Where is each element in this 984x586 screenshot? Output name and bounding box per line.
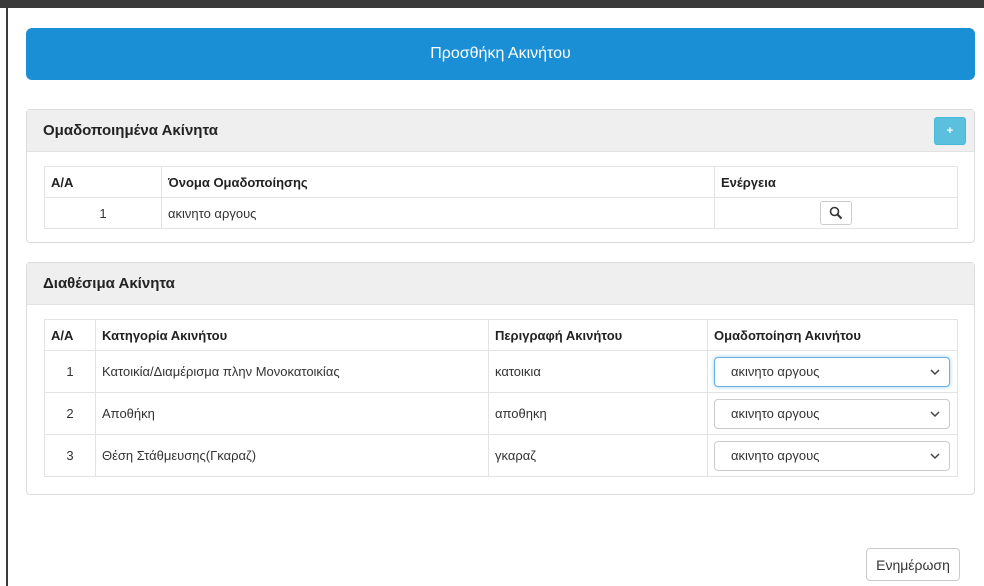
column-header-grouping: Ομαδοποίηση Ακινήτου <box>707 319 958 351</box>
row-category: Θέση Στάθμευσης(Γκαραζ) <box>95 434 489 477</box>
search-icon <box>829 206 843 220</box>
available-panel-title: Διαθέσιμα Ακίνητα <box>43 275 175 292</box>
chevron-down-icon <box>930 452 940 459</box>
row-description: γκαραζ <box>488 434 708 477</box>
row-description: κατοικια <box>488 350 708 393</box>
grouping-select[interactable]: ακινητο αργους <box>714 398 950 429</box>
table-header-row: Α/Α Όνομα Ομαδοποίησης Ενέργεια <box>44 166 958 198</box>
column-header-action: Ενέργεια <box>714 166 958 198</box>
row-aa: 2 <box>44 392 96 435</box>
update-button-label: Ενημέρωση <box>876 556 950 573</box>
row-description: αποθηκη <box>488 392 708 435</box>
grouping-select[interactable]: ακινητο αργους <box>714 440 950 471</box>
row-category: Κατοικία/Διαμέρισμα πλην Μονοκατοικίας <box>95 350 489 393</box>
column-header-group-name: Όνομα Ομαδοποίησης <box>161 166 715 198</box>
modal-title-bar: Προσθήκη Ακινήτου <box>26 28 975 80</box>
row-category: Αποθήκη <box>95 392 489 435</box>
grouping-select-value: ακινητο αργους <box>731 406 820 421</box>
table-row: 1 Κατοικία/Διαμέρισμα πλην Μονοκατοικίας… <box>44 350 958 393</box>
chevron-down-icon <box>930 368 940 375</box>
window-frame-top <box>0 0 984 8</box>
grouped-panel-title: Ομαδοποιημένα Ακίνητα <box>43 122 218 139</box>
column-header-aa: Α/Α <box>44 166 162 198</box>
available-properties-table: Α/Α Κατηγορία Ακινήτου Περιγραφή Ακινήτο… <box>44 319 958 477</box>
available-properties-panel: Διαθέσιμα Ακίνητα Α/Α Κατηγορία Ακινήτου… <box>26 262 975 495</box>
row-aa: 1 <box>44 350 96 393</box>
available-panel-header: Διαθέσιμα Ακίνητα <box>27 263 974 305</box>
grouping-select-value: ακινητο αργους <box>731 364 820 379</box>
plus-icon: + <box>946 125 954 137</box>
grouped-panel-header: Ομαδοποιημένα Ακίνητα + <box>27 110 974 152</box>
chevron-down-icon <box>930 410 940 417</box>
view-group-button[interactable] <box>820 201 852 225</box>
row-group-name: ακινητο αργους <box>161 197 715 229</box>
grouping-select-value: ακινητο αργους <box>731 448 820 463</box>
row-aa: 1 <box>44 197 162 229</box>
table-row: 3 Θέση Στάθμευσης(Γκαραζ) γκαραζ ακινητο… <box>44 434 958 477</box>
table-header-row: Α/Α Κατηγορία Ακινήτου Περιγραφή Ακινήτο… <box>44 319 958 351</box>
row-aa: 3 <box>44 434 96 477</box>
update-button[interactable]: Ενημέρωση <box>866 548 960 581</box>
window-frame-left <box>0 8 8 586</box>
row-grouping-cell: ακινητο αργους <box>707 392 958 435</box>
row-action-cell <box>714 197 958 229</box>
grouped-properties-panel: Ομαδοποιημένα Ακίνητα + Α/Α Όνομα Ομαδοπ… <box>26 109 975 243</box>
column-header-aa: Α/Α <box>44 319 96 351</box>
row-grouping-cell: ακινητο αργους <box>707 434 958 477</box>
add-group-button[interactable]: + <box>934 117 966 145</box>
column-header-category: Κατηγορία Ακινήτου <box>95 319 489 351</box>
grouped-properties-table: Α/Α Όνομα Ομαδοποίησης Ενέργεια 1 ακινητ… <box>44 166 958 229</box>
modal-title: Προσθήκη Ακινήτου <box>430 45 571 62</box>
row-grouping-cell: ακινητο αργους <box>707 350 958 393</box>
column-header-description: Περιγραφή Ακινήτου <box>488 319 708 351</box>
grouping-select[interactable]: ακινητο αργους <box>714 356 950 387</box>
add-property-modal: Προσθήκη Ακινήτου Ομαδοποιημένα Ακίνητα … <box>10 8 984 586</box>
table-row: 1 ακινητο αργους <box>44 197 958 229</box>
table-row: 2 Αποθήκη αποθηκη ακινητο αργους <box>44 392 958 435</box>
